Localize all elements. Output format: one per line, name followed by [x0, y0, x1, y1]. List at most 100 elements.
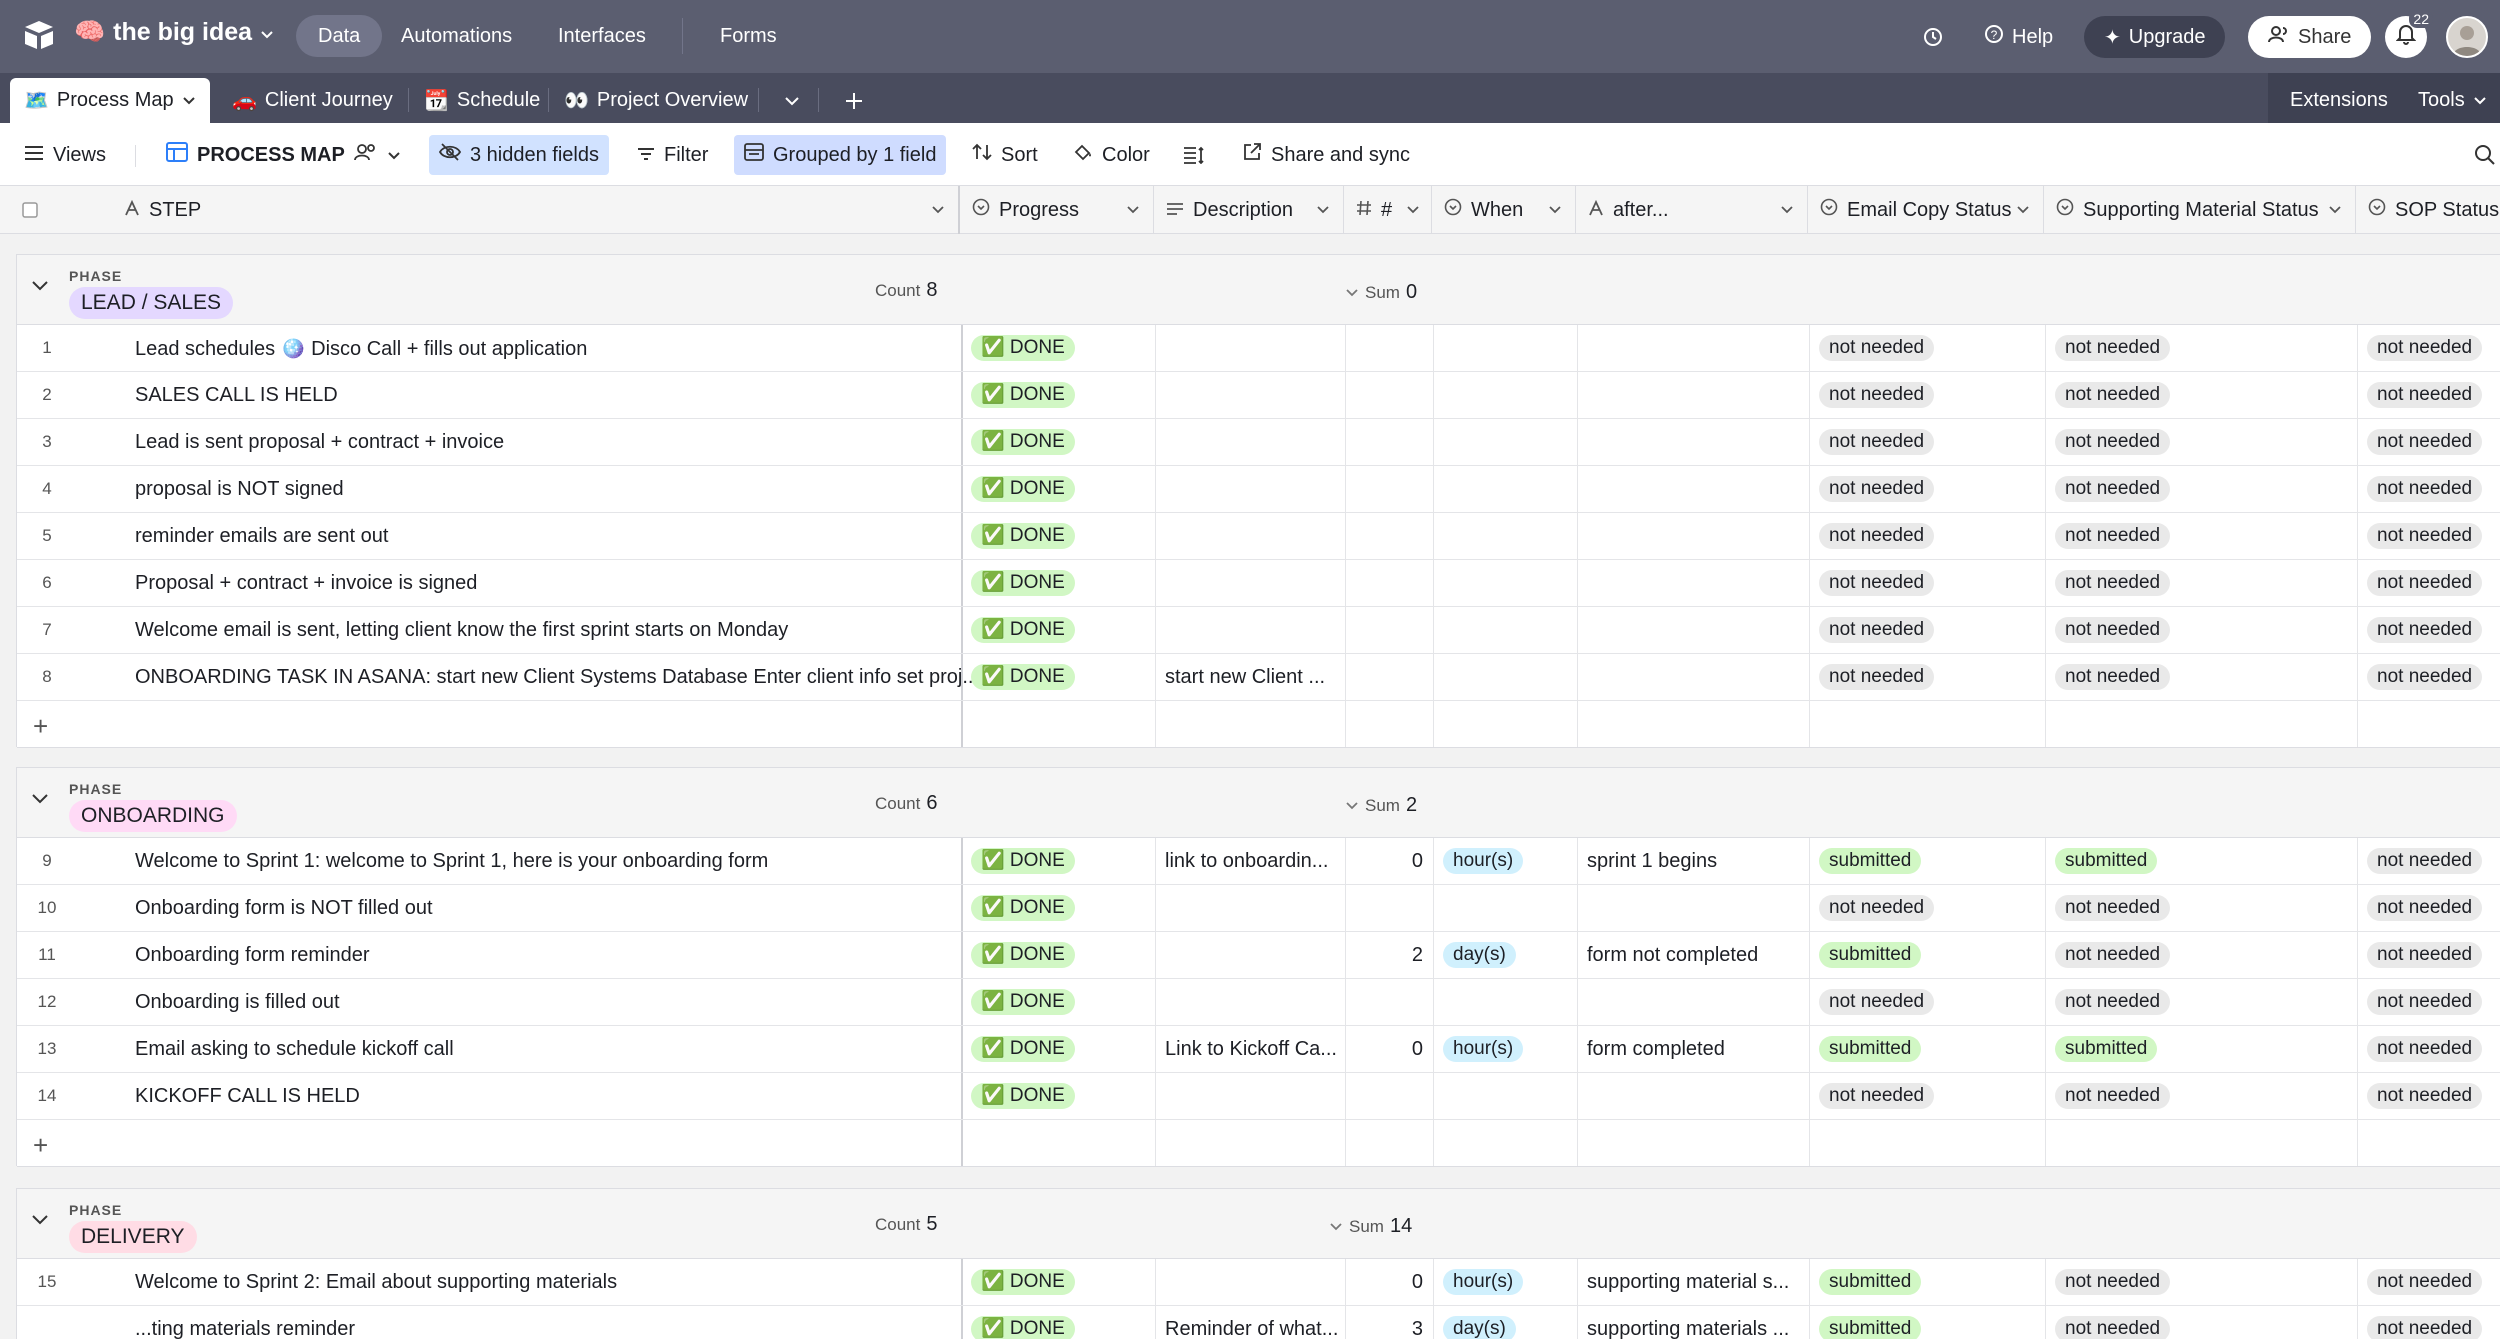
cell-supporting-material-status[interactable]: not needed	[2045, 885, 2357, 931]
table-row[interactable]: ...ting materials reminder ✅ DONE Reminder…	[17, 1306, 2500, 1339]
chevron-down-icon[interactable]	[1779, 200, 1795, 223]
cell-progress[interactable]: ✅ DONE	[961, 560, 1155, 606]
table-row[interactable]: 1 Lead schedules 🪩 Disco Call + fills out…	[17, 325, 2500, 372]
nav-automations[interactable]: Automations	[379, 15, 534, 57]
history-icon[interactable]	[1922, 16, 1944, 58]
cell-progress[interactable]: ✅ DONE	[961, 1306, 1155, 1339]
cell-number[interactable]: 0	[1345, 838, 1433, 884]
cell-supporting-material-status[interactable]: not needed	[2045, 654, 2357, 700]
cell-sop-status[interactable]: not needed	[2357, 1073, 2500, 1119]
cell-step[interactable]: Email asking to schedule kickoff call	[125, 1026, 975, 1072]
cell-sop-status[interactable]: not needed	[2357, 607, 2500, 653]
cell-after[interactable]: supporting materials ...	[1577, 1306, 1809, 1339]
cell-step[interactable]: Lead is sent proposal + contract + invoi…	[125, 419, 975, 465]
cell-email-copy-status[interactable]: not needed	[1809, 560, 2045, 606]
cell-step[interactable]: Welcome to Sprint 2: Email about support…	[125, 1259, 975, 1305]
chevron-down-icon[interactable]	[1125, 200, 1141, 223]
cell-after[interactable]: form completed	[1577, 1026, 1809, 1072]
cell-after[interactable]	[1577, 419, 1809, 465]
cell-description[interactable]	[1155, 885, 1345, 931]
cell-step[interactable]: SALES CALL IS HELD	[125, 372, 975, 418]
table-row[interactable]: 2 SALES CALL IS HELD ✅ DONE not needed not n…	[17, 372, 2500, 419]
cell-description[interactable]	[1155, 560, 1345, 606]
cell-number[interactable]	[1345, 372, 1433, 418]
cell-when[interactable]: day(s)	[1433, 1306, 1577, 1339]
cell-description[interactable]	[1155, 607, 1345, 653]
nav-interfaces[interactable]: Interfaces	[536, 15, 668, 57]
cell-sop-status[interactable]: not needed	[2357, 979, 2500, 1025]
cell-number[interactable]: 0	[1345, 1259, 1433, 1305]
cell-email-copy-status[interactable]: submitted	[1809, 932, 2045, 978]
add-record-row[interactable]: +	[17, 1120, 2500, 1167]
cell-progress[interactable]: ✅ DONE	[961, 1073, 1155, 1119]
cell-description[interactable]	[1155, 466, 1345, 512]
cell-step[interactable]: Proposal + contract + invoice is signed	[125, 560, 975, 606]
cell-sop-status[interactable]: not needed	[2357, 466, 2500, 512]
hidden-fields-button[interactable]: 3 hidden fields	[429, 135, 609, 175]
cell-supporting-material-status[interactable]: not needed	[2045, 932, 2357, 978]
collapse-chevron-icon[interactable]	[31, 792, 49, 811]
table-row[interactable]: 4 proposal is NOT signed ✅ DONE not needed n…	[17, 466, 2500, 513]
nav-forms[interactable]: Forms	[698, 15, 799, 57]
cell-when[interactable]: hour(s)	[1433, 838, 1577, 884]
column-header-step[interactable]: STEP	[112, 186, 960, 234]
cell-number[interactable]	[1345, 513, 1433, 559]
cell-after[interactable]: sprint 1 begins	[1577, 838, 1809, 884]
cell-sop-status[interactable]: not needed	[2357, 513, 2500, 559]
cell-supporting-material-status[interactable]: not needed	[2045, 325, 2357, 371]
row-height-icon[interactable]	[1173, 135, 1215, 175]
cell-supporting-material-status[interactable]: not needed	[2045, 560, 2357, 606]
cell-number[interactable]	[1345, 1073, 1433, 1119]
add-table-plus-icon[interactable]	[830, 78, 878, 123]
cell-description[interactable]	[1155, 1073, 1345, 1119]
table-row[interactable]: 6 Proposal + contract + invoice is signed…	[17, 560, 2500, 607]
cell-supporting-material-status[interactable]: submitted	[2045, 838, 2357, 884]
cell-step[interactable]: Welcome to Sprint 1: welcome to Sprint 1…	[125, 838, 975, 884]
cell-email-copy-status[interactable]: submitted	[1809, 1026, 2045, 1072]
cell-number[interactable]	[1345, 466, 1433, 512]
sort-button[interactable]: Sort	[962, 135, 1048, 175]
cell-step[interactable]: reminder emails are sent out	[125, 513, 975, 559]
cell-supporting-material-status[interactable]: not needed	[2045, 1306, 2357, 1339]
cell-progress[interactable]: ✅ DONE	[961, 1259, 1155, 1305]
column-header-when[interactable]: When	[1432, 186, 1576, 234]
cell-when[interactable]	[1433, 466, 1577, 512]
cell-progress[interactable]: ✅ DONE	[961, 607, 1155, 653]
cell-email-copy-status[interactable]: not needed	[1809, 419, 2045, 465]
cell-step[interactable]: Onboarding is filled out	[125, 979, 975, 1025]
cell-number[interactable]	[1345, 560, 1433, 606]
cell-email-copy-status[interactable]: not needed	[1809, 325, 2045, 371]
group-sum[interactable]: Sum 0	[1345, 281, 1417, 304]
cell-email-copy-status[interactable]: not needed	[1809, 466, 2045, 512]
table-row[interactable]: 10 Onboarding form is NOT filled out ✅ DON…	[17, 885, 2500, 932]
tools-button[interactable]: Tools	[2404, 78, 2500, 123]
tab-schedule[interactable]: 📆 Schedule	[410, 78, 554, 123]
chevron-down-icon[interactable]	[2015, 200, 2031, 223]
table-row[interactable]: 8 ONBOARDING TASK IN ASANA: start new Cli…	[17, 654, 2500, 701]
cell-step[interactable]: ONBOARDING TASK IN ASANA: start new Clie…	[125, 654, 975, 700]
cell-supporting-material-status[interactable]: not needed	[2045, 1259, 2357, 1305]
cell-sop-status[interactable]: not needed	[2357, 325, 2500, 371]
plus-icon[interactable]: +	[33, 1130, 48, 1161]
cell-description[interactable]	[1155, 372, 1345, 418]
cell-sop-status[interactable]: not needed	[2357, 1306, 2500, 1339]
cell-step[interactable]: Onboarding form reminder	[125, 932, 975, 978]
cell-description[interactable]	[1155, 513, 1345, 559]
cell-description[interactable]	[1155, 1259, 1345, 1305]
cell-step[interactable]: Welcome email is sent, letting client kn…	[125, 607, 975, 653]
cell-description[interactable]	[1155, 979, 1345, 1025]
table-row[interactable]: 15 Welcome to Sprint 2: Email about suppo…	[17, 1259, 2500, 1306]
cell-supporting-material-status[interactable]: not needed	[2045, 372, 2357, 418]
cell-when[interactable]	[1433, 325, 1577, 371]
chevron-down-icon[interactable]	[2327, 200, 2343, 223]
cell-sop-status[interactable]: not needed	[2357, 372, 2500, 418]
cell-when[interactable]: day(s)	[1433, 932, 1577, 978]
cell-when[interactable]: hour(s)	[1433, 1259, 1577, 1305]
table-row[interactable]: 7 Welcome email is sent, letting client k…	[17, 607, 2500, 654]
cell-description[interactable]	[1155, 932, 1345, 978]
cell-email-copy-status[interactable]: not needed	[1809, 979, 2045, 1025]
cell-number[interactable]	[1345, 607, 1433, 653]
cell-progress[interactable]: ✅ DONE	[961, 932, 1155, 978]
views-button[interactable]: Views	[14, 135, 116, 175]
chevron-down-icon[interactable]	[1405, 200, 1421, 223]
